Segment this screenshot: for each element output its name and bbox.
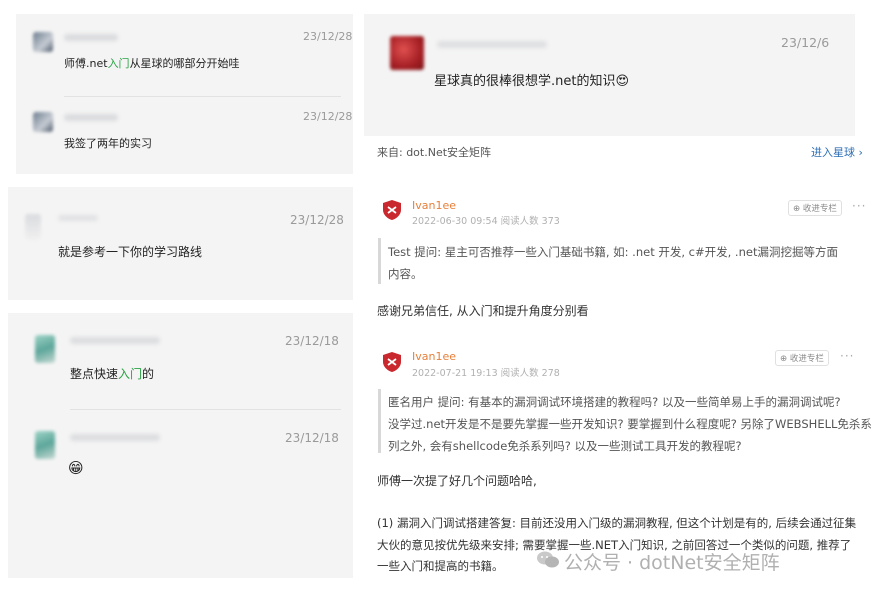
post-author[interactable]: Ivan1ee [412,199,456,212]
post-meta: 2022-07-21 19:13 阅读人数 278 [412,368,560,379]
comment-text: 星球真的很棒很想学.net的知识😍 [434,74,630,89]
more-options-icon[interactable]: ··· [852,199,866,213]
comment-date: 23/12/18 [285,431,339,445]
user-avatar[interactable] [35,431,55,459]
question-quote [378,389,381,453]
blurred-username [64,34,118,41]
blurred-username [437,41,547,48]
featured-comment-card: 23/12/6 星球真的很棒很想学.net的知识😍 [364,14,855,136]
blurred-username [70,434,160,441]
source-label: 来自: dot.Net安全矩阵 [377,146,492,159]
more-options-icon[interactable]: ··· [840,349,854,363]
comment-date: 23/12/28 [303,110,353,123]
collect-button[interactable]: ⊕ 收进专栏 [775,350,829,366]
comment-text-highlight: 入门 [118,367,143,381]
comment-card-3: 23/12/18 整点快速入门的 23/12/18 😁 [8,313,353,578]
comment-card-1: 23/12/28 师傅.net入门从星球的哪部分开始哇 23/12/28 我签了… [16,14,353,174]
user-avatar[interactable] [33,112,53,132]
question-text: 内容。 [388,267,423,281]
group-logo-icon [383,200,401,220]
grin-emoji: 😁 [68,459,84,477]
comment-text-part: 从星球的哪部分开始哇 [129,57,240,70]
answer-text: 师傅一次提了好几个问题哈哈, [377,474,537,488]
comment-date: 23/12/6 [781,35,830,50]
comment-text: 整点快速入门的 [70,365,154,382]
question-text: 列之外, 会有shellcode免杀系列吗? 以及一些测试工具开发的教程呢? [388,439,742,453]
question-text: 没学过.net开发是不是要先掌握一些开发知识? 要掌握到什么程度呢? 另除了WE… [388,417,872,431]
user-avatar[interactable] [25,214,41,240]
answer-text: 感谢兄弟信任, 从入门和提升角度分别看 [377,304,589,318]
group-logo-icon [383,352,401,372]
question-text: 匿名用户 提问: 有基本的漏洞调试环境搭建的教程吗? 以及一些简单易上手的漏洞调… [388,395,841,409]
answer-text: 一些入门和提高的书籍。 [377,559,504,573]
post-author[interactable]: Ivan1ee [412,350,456,363]
comment-text-part: 师傅.net [64,57,108,70]
question-quote [378,238,381,284]
comment-date: 23/12/28 [303,30,353,43]
enter-group-link[interactable]: 进入星球 › [811,144,863,160]
question-text: Test 提问: 星主可否推荐一些入门基础书籍, 如: .net 开发, c#开… [388,245,838,259]
comment-divider [64,96,341,97]
comment-divider [70,409,341,410]
answer-text: (1) 漏洞入门调试搭建答复: 目前还没用入门级的漏洞教程, 但这个计划是有的,… [377,516,857,530]
comment-text-part: 整点快速 [70,367,119,381]
user-avatar[interactable] [35,335,55,363]
comment-text-part: 的 [142,367,155,381]
comment-card-2: 23/12/28 就是参考一下你的学习路线 [8,187,353,300]
comment-text-highlight: 入门 [107,57,130,70]
wechat-icon [537,551,559,568]
collect-button[interactable]: ⊕ 收进专栏 [788,200,842,216]
watermark-text: 公众号 · dotNet安全矩阵 [564,552,780,574]
user-avatar[interactable] [33,32,53,52]
blurred-username [58,215,98,221]
user-avatar[interactable] [390,36,424,70]
comment-date: 23/12/18 [285,334,339,348]
comment-text: 就是参考一下你的学习路线 [58,245,203,259]
comment-text: 师傅.net入门从星球的哪部分开始哇 [64,55,240,71]
comment-text: 我签了两年的实习 [64,137,152,150]
comment-date: 23/12/28 [290,213,344,227]
blurred-username [64,114,118,121]
blurred-username [70,337,160,344]
post-meta: 2022-06-30 09:54 阅读人数 373 [412,216,560,227]
